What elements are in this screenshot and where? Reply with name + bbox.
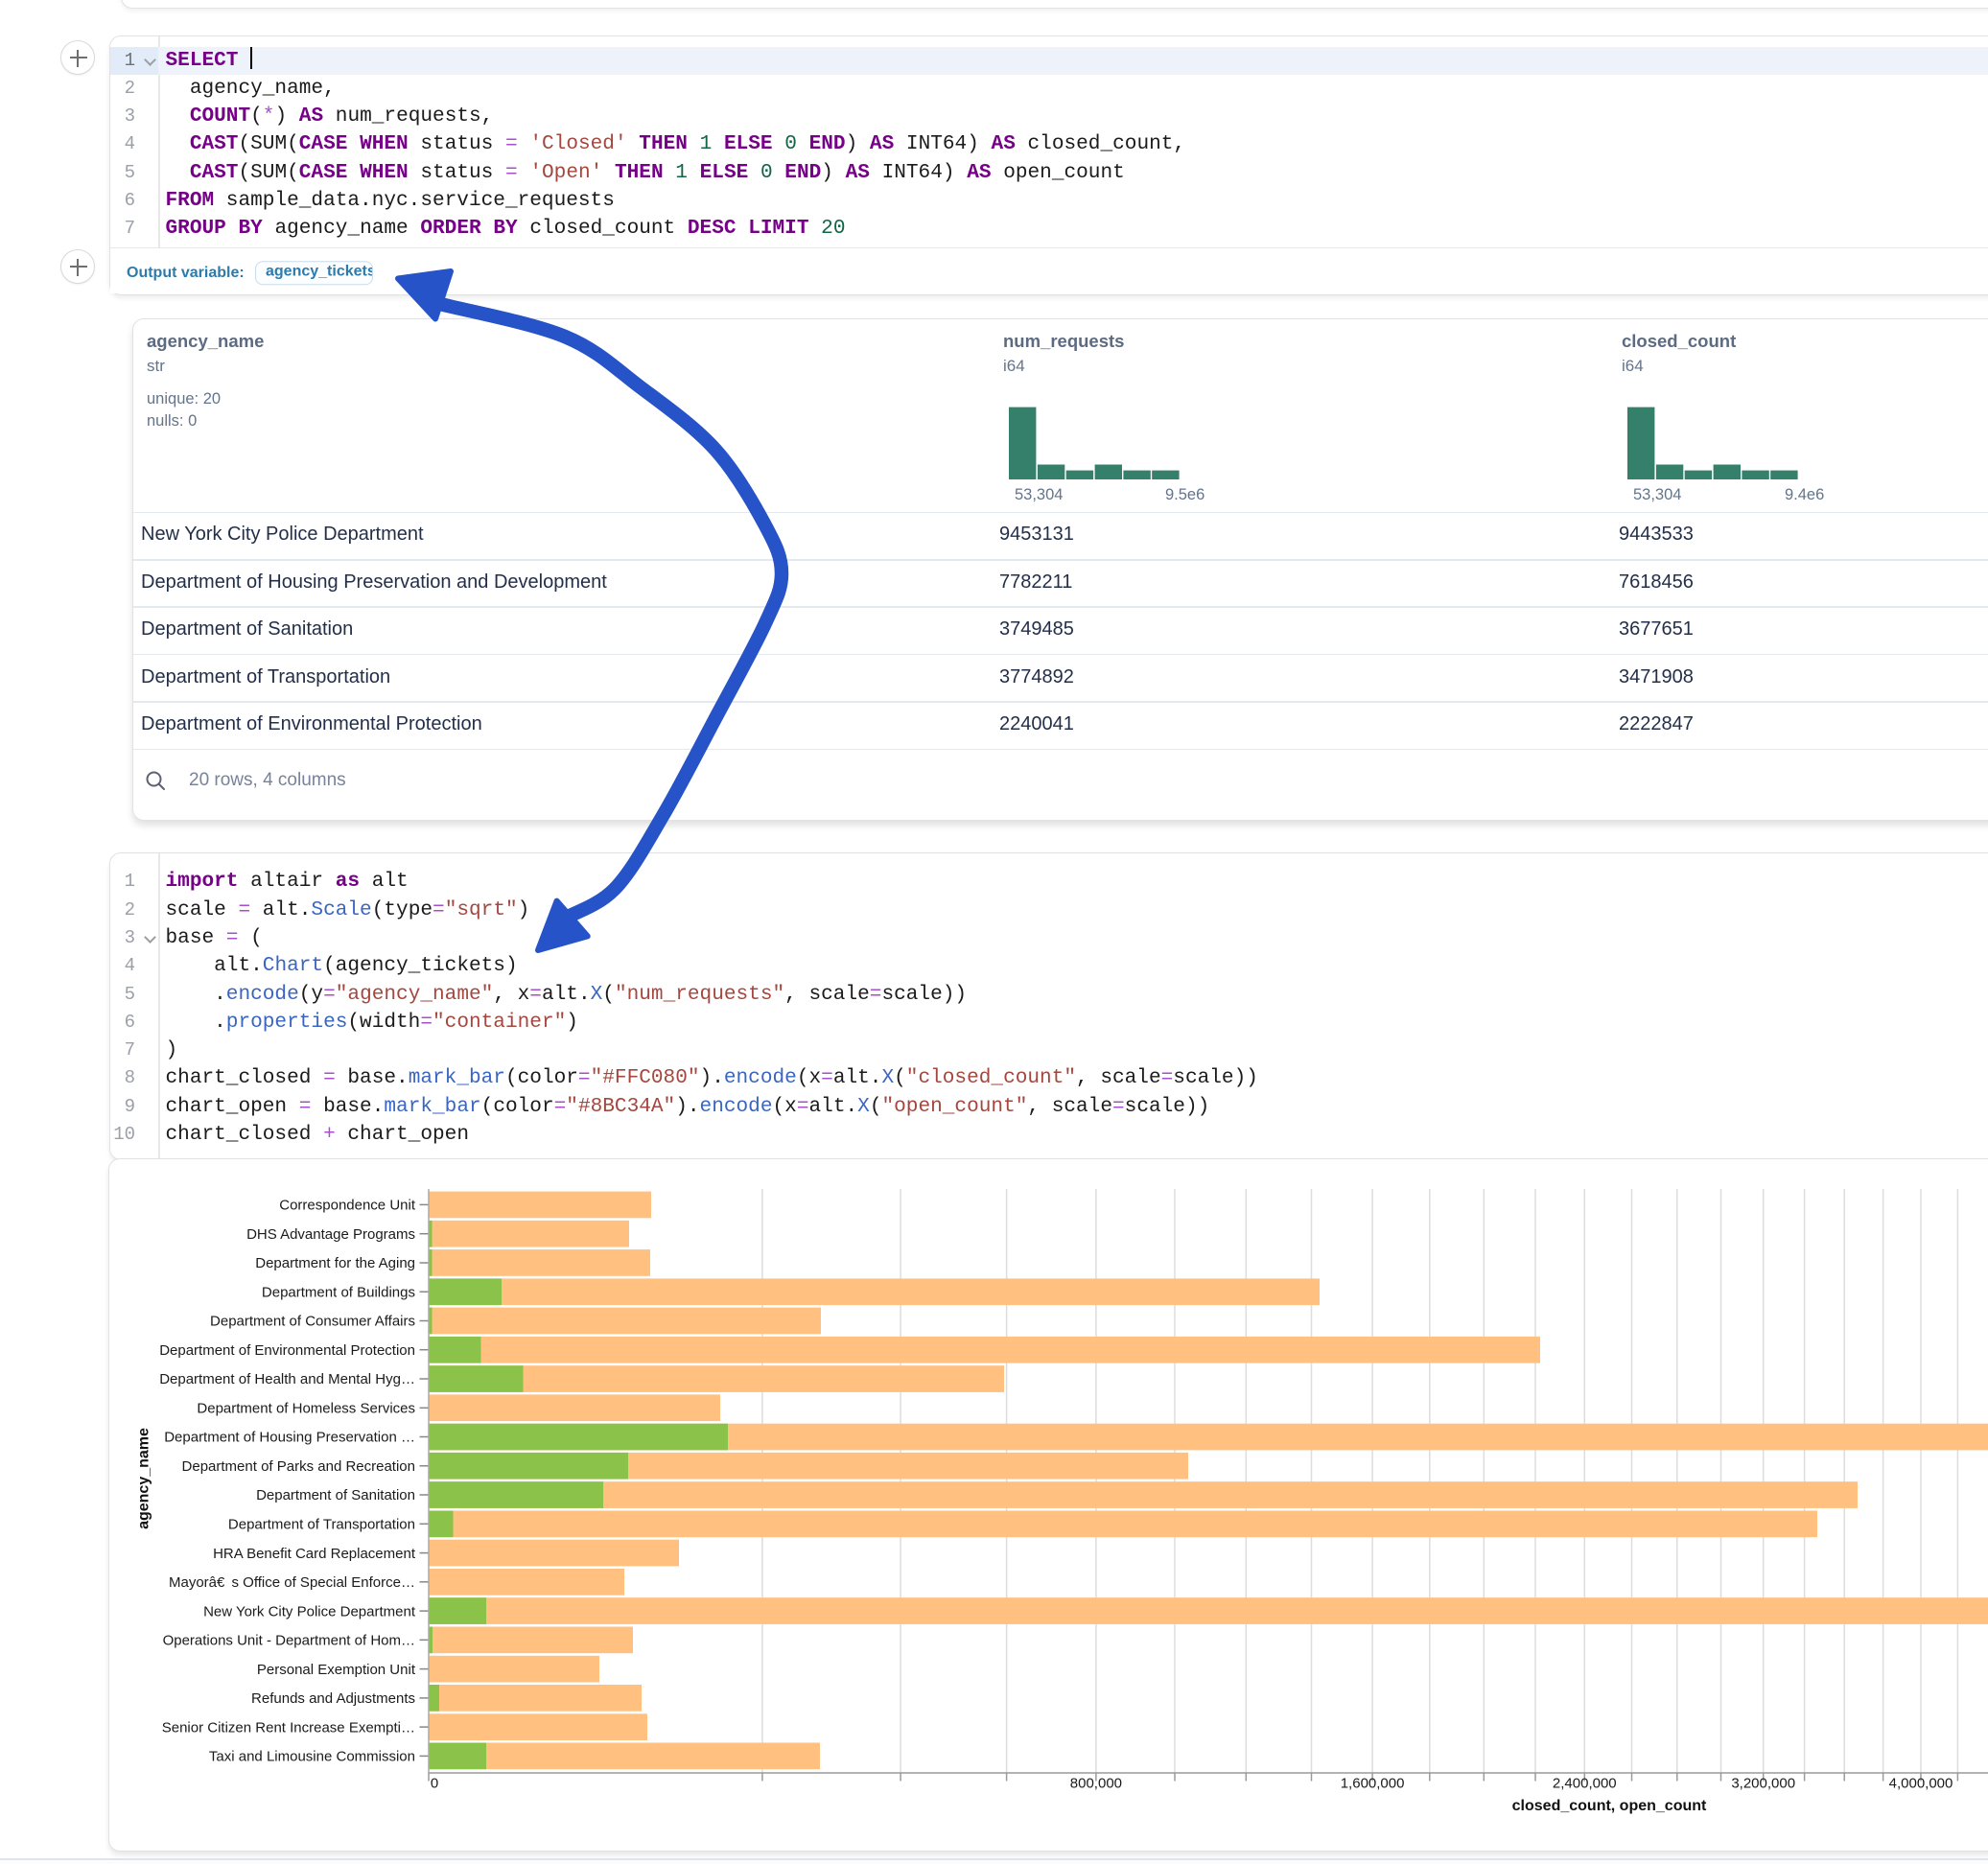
svg-text:Department of Homeless Service: Department of Homeless Services: [197, 1401, 415, 1417]
svg-text:Correspondence Unit: Correspondence Unit: [279, 1198, 416, 1214]
svg-text:DHS Advantage Programs: DHS Advantage Programs: [246, 1226, 415, 1243]
svg-text:agency_name: agency_name: [136, 1428, 152, 1529]
svg-text:Department of Transportation: Department of Transportation: [228, 1517, 415, 1533]
svg-text:0: 0: [431, 1776, 438, 1792]
svg-text:800,000: 800,000: [1070, 1776, 1122, 1792]
svg-text:Senior Citizen Rent Increase E: Senior Citizen Rent Increase Exempti…: [162, 1719, 415, 1736]
svg-text:Department of Consumer Affairs: Department of Consumer Affairs: [210, 1314, 415, 1330]
svg-text:Operations Unit - Department o: Operations Unit - Department of Hom…: [163, 1633, 415, 1649]
svg-text:Taxi and Limousine Commission: Taxi and Limousine Commission: [209, 1749, 415, 1765]
svg-text:1,600,000: 1,600,000: [1341, 1776, 1405, 1792]
svg-text:3,200,000: 3,200,000: [1731, 1776, 1795, 1792]
svg-text:Department of Sanitation: Department of Sanitation: [256, 1487, 415, 1503]
svg-text:New York City Police Departmen: New York City Police Department: [203, 1603, 416, 1619]
svg-text:2,400,000: 2,400,000: [1553, 1776, 1617, 1792]
svg-text:Department for the Aging: Department for the Aging: [255, 1255, 415, 1271]
svg-text:HRA Benefit Card Replacement: HRA Benefit Card Replacement: [213, 1546, 416, 1562]
svg-text:Department of Parks and Recrea: Department of Parks and Recreation: [182, 1458, 415, 1475]
svg-text:Department of Buildings: Department of Buildings: [262, 1284, 415, 1300]
svg-text:Refunds and Adjustments: Refunds and Adjustments: [251, 1690, 415, 1707]
svg-text:Mayorâ€ s Office of Special E: Mayorâ€ s Office of Special Enforce…: [169, 1574, 415, 1591]
svg-text:Department of Environmental Pr: Department of Environmental Protection: [159, 1342, 415, 1359]
svg-text:4,000,000: 4,000,000: [1889, 1776, 1953, 1792]
svg-text:Department of Housing Preserva: Department of Housing Preservation …: [164, 1430, 415, 1446]
svg-text:closed_count, open_count: closed_count, open_count: [1512, 1798, 1707, 1814]
svg-text:Department of Health and Menta: Department of Health and Mental Hyg…: [159, 1371, 415, 1387]
svg-text:Personal Exemption Unit: Personal Exemption Unit: [257, 1662, 416, 1678]
